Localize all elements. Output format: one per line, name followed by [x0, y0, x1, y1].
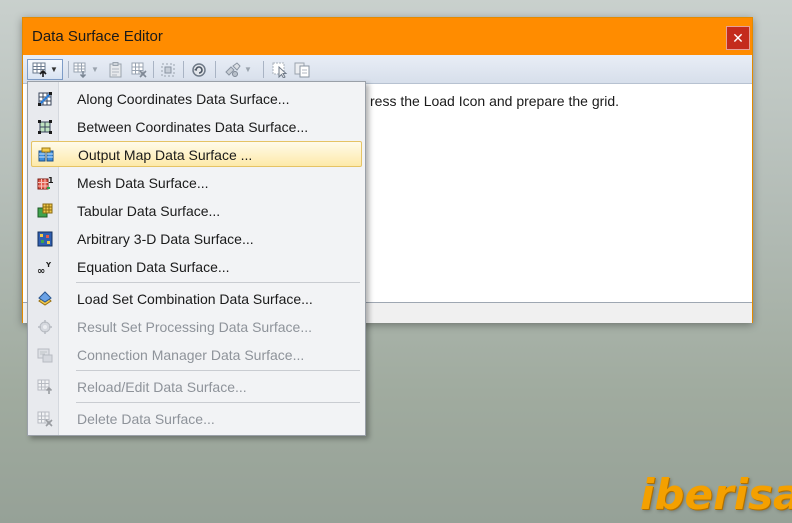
- toolbar-divider: [263, 61, 264, 78]
- menu-item-reload-edit[interactable]: Reload/Edit Data Surface...: [31, 374, 362, 400]
- menu-item-label: Tabular Data Surface...: [77, 203, 221, 219]
- select-button[interactable]: [159, 59, 177, 80]
- menu-item-equation[interactable]: ∞ Y Equation Data Surface...: [31, 254, 362, 280]
- new-data-surface-icon: [32, 62, 47, 77]
- toolbar: ▼ ▼ ▼: [23, 55, 752, 84]
- delete-icon: [37, 411, 53, 427]
- mesh-icon: 1: [37, 176, 53, 190]
- paste-button[interactable]: [107, 59, 125, 80]
- menu-item-label: Result Set Processing Data Surface...: [77, 319, 312, 335]
- menu-item-label: Equation Data Surface...: [77, 259, 230, 275]
- menu-separator: [76, 402, 360, 403]
- svg-text:1: 1: [48, 176, 53, 185]
- tools-icon: [225, 61, 241, 77]
- menu-item-along-coordinates[interactable]: Along Coordinates Data Surface...: [31, 86, 362, 112]
- cursor-select-icon: [272, 62, 288, 78]
- close-button[interactable]: ✕: [726, 26, 750, 50]
- menu-item-label: Load Set Combination Data Surface...: [77, 291, 313, 307]
- menu-item-delete[interactable]: Delete Data Surface...: [31, 406, 362, 432]
- refresh-icon: [192, 62, 206, 77]
- menu-separator: [76, 370, 360, 371]
- window-title: Data Surface Editor: [32, 28, 163, 45]
- chevron-down-icon: ▼: [91, 65, 99, 74]
- toolbar-divider: [183, 61, 184, 78]
- tools-button[interactable]: ▼: [221, 59, 255, 80]
- result-set-processing-icon: [38, 320, 52, 334]
- menu-item-label: Arbitrary 3-D Data Surface...: [77, 231, 254, 247]
- tabular-icon: [37, 203, 53, 218]
- import-button[interactable]: ▼: [72, 59, 100, 80]
- chevron-down-icon: ▼: [244, 65, 252, 74]
- between-coordinates-icon: [38, 120, 52, 134]
- import-icon: [73, 62, 87, 78]
- connection-manager-icon: [37, 348, 53, 363]
- new-data-surface-menu: Along Coordinates Data Surface... Betwee…: [27, 81, 366, 436]
- menu-item-mesh[interactable]: 1 Mesh Data Surface...: [31, 170, 362, 196]
- svg-text:Y: Y: [45, 261, 52, 269]
- menu-item-label: Between Coordinates Data Surface...: [77, 119, 309, 135]
- toolbar-divider: [68, 61, 69, 78]
- menu-item-label: Connection Manager Data Surface...: [77, 347, 305, 363]
- menu-item-label: Along Coordinates Data Surface...: [77, 91, 290, 107]
- delete-grid-icon: [131, 62, 147, 78]
- load-set-combination-icon: [38, 291, 52, 306]
- copy-button[interactable]: [293, 59, 311, 80]
- chevron-down-icon: ▼: [50, 65, 58, 74]
- title-bar[interactable]: Data Surface Editor ✕: [23, 18, 752, 55]
- menu-item-result-set-processing[interactable]: Result Set Processing Data Surface...: [31, 314, 362, 340]
- menu-item-load-set-combination[interactable]: Load Set Combination Data Surface...: [31, 286, 362, 312]
- toolbar-divider: [153, 61, 154, 78]
- instruction-text: ress the Load Icon and prepare the grid.: [370, 93, 620, 109]
- along-coordinates-icon: [38, 92, 52, 106]
- svg-text:∞: ∞: [37, 266, 45, 275]
- delete-grid-button[interactable]: [130, 59, 148, 80]
- reload-edit-icon: [37, 379, 53, 394]
- arbitrary-3d-icon: [37, 231, 53, 247]
- refresh-button[interactable]: [189, 59, 209, 80]
- menu-item-label: Delete Data Surface...: [77, 411, 215, 427]
- menu-item-arbitrary-3d[interactable]: Arbitrary 3-D Data Surface...: [31, 226, 362, 252]
- menu-item-output-map[interactable]: Output Map Data Surface ...: [31, 141, 362, 167]
- menu-item-label: Output Map Data Surface ...: [78, 147, 253, 163]
- menu-item-connection-manager[interactable]: Connection Manager Data Surface...: [31, 342, 362, 368]
- select-icon: [161, 63, 175, 76]
- cursor-select-button[interactable]: [271, 59, 289, 80]
- equation-icon: ∞ Y: [37, 261, 52, 275]
- copy-icon: [294, 62, 310, 77]
- menu-item-label: Reload/Edit Data Surface...: [77, 379, 247, 395]
- menu-item-label: Mesh Data Surface...: [77, 175, 209, 191]
- menu-separator: [76, 282, 360, 283]
- new-data-surface-button[interactable]: ▼: [27, 59, 63, 80]
- toolbar-divider: [215, 61, 216, 78]
- menu-item-tabular[interactable]: Tabular Data Surface...: [31, 198, 362, 224]
- clipboard-paste-icon: [109, 61, 122, 77]
- output-map-icon: [38, 147, 54, 162]
- iberisa-logo: iberisa: [640, 470, 792, 519]
- menu-item-between-coordinates[interactable]: Between Coordinates Data Surface...: [31, 114, 362, 140]
